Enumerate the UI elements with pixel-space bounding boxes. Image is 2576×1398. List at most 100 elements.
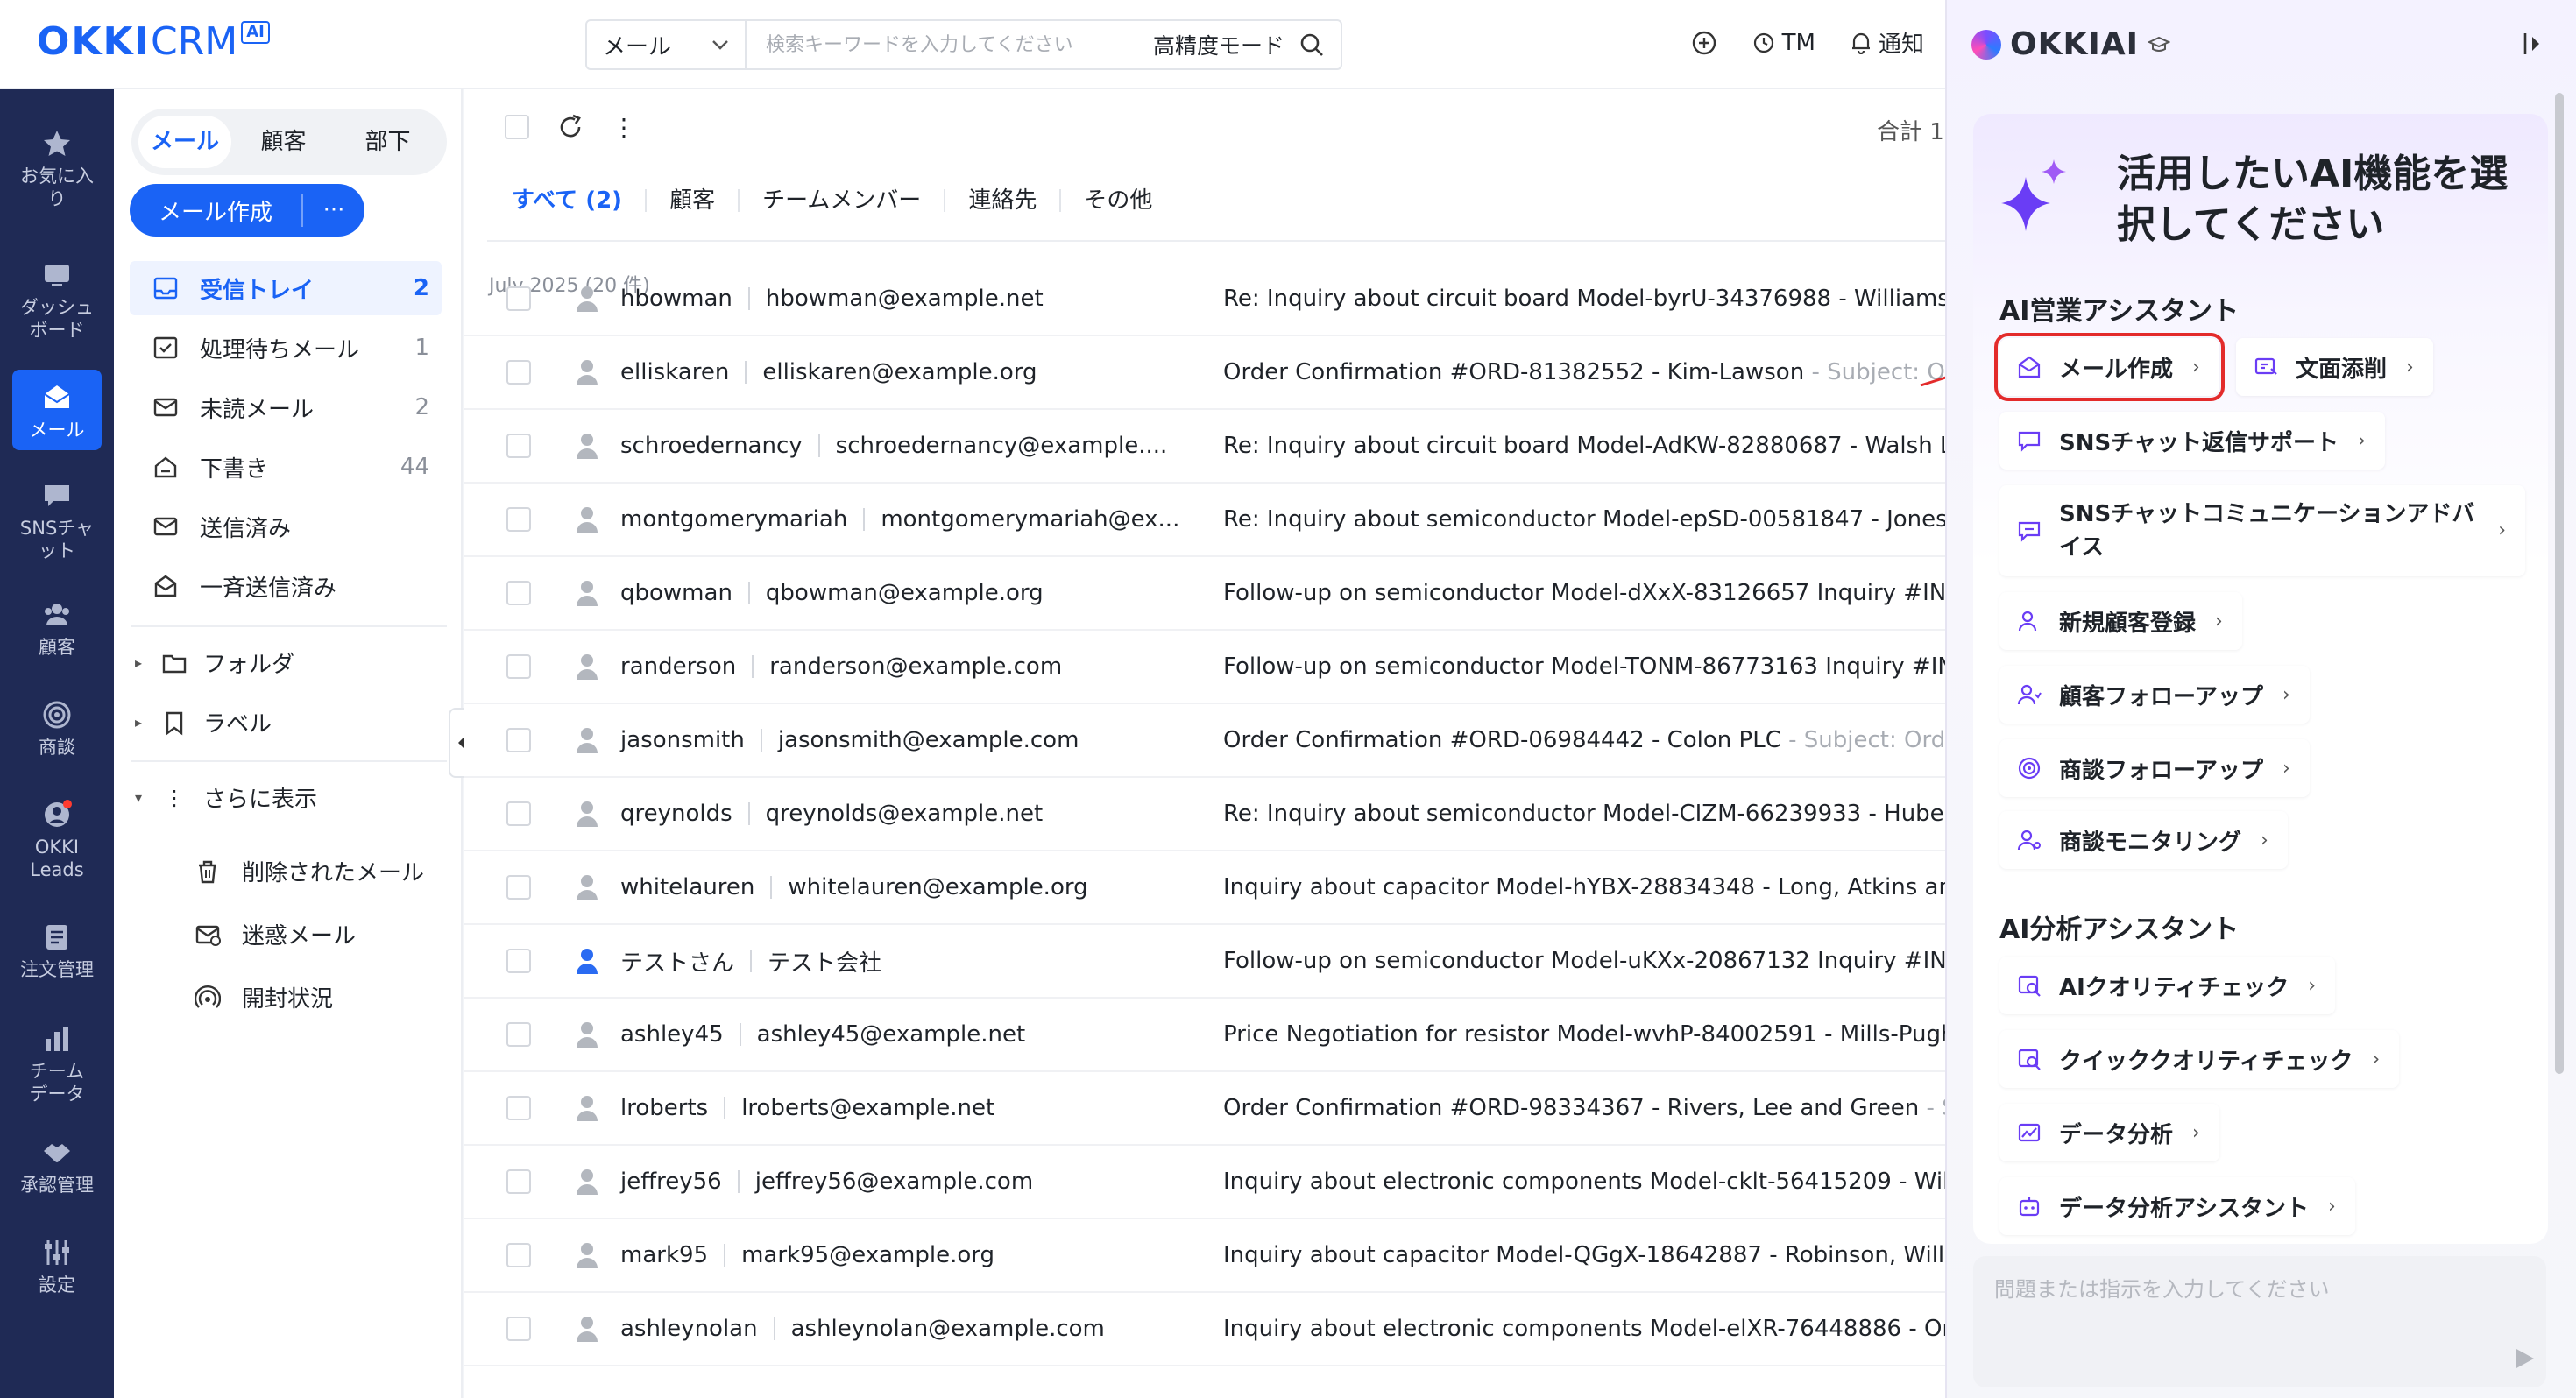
mail-row[interactable]: テストさん テスト会社 Follow-up on semiconductor Mod…	[464, 925, 1945, 999]
nav-deals[interactable]: 商談	[0, 699, 114, 759]
mail-row[interactable]: lroberts lroberts@example.net Order Confir…	[464, 1072, 1945, 1146]
row-checkbox[interactable]	[506, 1243, 531, 1267]
folder-sent[interactable]: 送信済み	[130, 499, 442, 554]
row-checkbox[interactable]	[506, 360, 531, 385]
ai-deal-monitor-button[interactable]: 商談モニタリング ›	[1999, 811, 2288, 869]
row-checkbox[interactable]	[506, 1317, 531, 1341]
chip-label: クイッククオリティチェック	[2059, 1048, 2353, 1075]
row-checkbox[interactable]	[506, 286, 531, 311]
okki-crm-logo[interactable]: OKKI CRM AI	[37, 19, 270, 64]
filter-tab-other[interactable]: その他	[1061, 189, 1175, 212]
chip-label: SNSチャットコミュニケーションアドバイス	[2059, 501, 2475, 561]
add-circle-icon[interactable]	[1691, 30, 1717, 56]
mail-row[interactable]: elliskaren elliskaren@example.org Order Co…	[464, 336, 1945, 410]
folder-open-status[interactable]: 開封状況	[195, 981, 333, 1013]
mail-row[interactable]: hbowman hbowman@example.net Re: Inquiry ab…	[464, 263, 1945, 336]
row-checkbox[interactable]	[506, 1022, 531, 1047]
filter-tab-contacts[interactable]: 連絡先	[945, 189, 1062, 212]
mail-row[interactable]: whitelauren whitelauren@example.org Inquir…	[464, 851, 1945, 925]
tab-customers[interactable]: 顧客	[231, 116, 336, 168]
ai-quick-check-button[interactable]: クイッククオリティチェック ›	[1999, 1030, 2400, 1088]
ai-sns-reply-button[interactable]: SNSチャット返信サポート ›	[1999, 412, 2385, 470]
folder-inbox[interactable]: 受信トレイ 2	[130, 261, 442, 315]
nav-sns-chat[interactable]: SNSチャット	[0, 480, 114, 562]
nav-team-data[interactable]: チームデータ	[0, 1023, 114, 1105]
mail-row[interactable]: qbowman qbowman@example.org Follow-up on s…	[464, 557, 1945, 631]
tab-mail[interactable]: メール	[138, 116, 231, 168]
row-checkbox[interactable]	[506, 581, 531, 605]
ai-data-assistant-button[interactable]: データ分析アシスタント ›	[1999, 1177, 2355, 1235]
nav-settings[interactable]: 設定	[0, 1237, 114, 1296]
search-input[interactable]	[747, 33, 1153, 56]
filter-tab-team[interactable]: チームメンバー	[740, 189, 946, 212]
tree-folders[interactable]: ▸ フォルダ	[135, 646, 294, 679]
row-checkbox[interactable]	[506, 1096, 531, 1120]
avatar-icon	[577, 581, 598, 606]
mail-row[interactable]: jeffrey56 jeffrey56@example.com Inquiry ab…	[464, 1146, 1945, 1219]
ai-deal-followup-button[interactable]: 商談フォローアップ ›	[1999, 739, 2310, 797]
compose-button[interactable]: メール作成	[130, 194, 303, 227]
ai-customer-followup-button[interactable]: 顧客フォローアップ ›	[1999, 666, 2310, 724]
folder-unread[interactable]: 未読メール 2	[130, 380, 442, 434]
row-checkbox[interactable]	[506, 654, 531, 679]
mail-row[interactable]: ashley45 ashley45@example.net Price Negoti…	[464, 999, 1945, 1072]
filter-tab-all[interactable]: すべて (2)	[512, 189, 648, 212]
folder-spam[interactable]: 迷惑メール	[195, 918, 356, 950]
ai-data-analysis-button[interactable]: データ分析 ›	[1999, 1104, 2219, 1161]
mail-row[interactable]: randerson randerson@example.com Follow-up …	[464, 631, 1945, 704]
row-checkbox[interactable]	[506, 875, 531, 900]
nav-orders[interactable]: 注文管理	[0, 921, 114, 981]
dashboard-icon	[45, 265, 69, 286]
nav-okki-leads[interactable]: OKKI Leads	[0, 799, 114, 881]
ai-quality-check-button[interactable]: AIクオリティチェック ›	[1999, 957, 2336, 1014]
folder-pending[interactable]: 処理待ちメール 1	[130, 321, 442, 375]
mail-row[interactable]: montgomerymariah montgomerymariah@ex... Re…	[464, 484, 1945, 557]
search-icon[interactable]	[1299, 32, 1325, 58]
folder-count: 2	[413, 275, 429, 301]
tree-show-more[interactable]: ▾ ⋮ さらに表示	[135, 781, 317, 814]
nav-customers[interactable]: 顧客	[0, 599, 114, 659]
more-vertical-icon[interactable]: ⋮	[612, 113, 636, 142]
select-all-checkbox[interactable]	[505, 115, 529, 139]
nav-approvals[interactable]: 承認管理	[0, 1137, 114, 1197]
nav-favorites[interactable]: お気に入り	[0, 128, 114, 210]
edit-text-icon	[2254, 357, 2277, 375]
mail-row[interactable]: jasonsmith jasonsmith@example.com Order Co…	[464, 704, 1945, 778]
search-type-select[interactable]: メール	[587, 21, 747, 68]
nav-dashboard[interactable]: ダッシュボード	[0, 259, 114, 342]
precision-mode-toggle[interactable]: 高精度モード	[1153, 29, 1284, 60]
row-checkbox[interactable]	[506, 434, 531, 458]
row-checkbox[interactable]	[506, 507, 531, 532]
row-checkbox[interactable]	[506, 728, 531, 752]
tree-folders-label: フォルダ	[203, 652, 295, 678]
ai-panel-scrollbar[interactable]	[2555, 93, 2564, 1074]
tab-subordinates[interactable]: 部下	[336, 116, 440, 168]
nav-mail[interactable]: メール	[12, 370, 102, 450]
logo-crm: CRM	[150, 19, 238, 64]
mail-row[interactable]: ashleynolan ashleynolan@example.com Inquir…	[464, 1293, 1945, 1366]
folder-deleted[interactable]: 削除されたメール	[195, 855, 424, 887]
ai-feature-card: 活用したいAI機能を選択してください AI営業アシスタント メール作成 › 文面…	[1973, 114, 2548, 1244]
send-icon[interactable]	[2511, 1345, 2537, 1372]
mail-row[interactable]: mark95 mark95@example.org Inquiry about ca…	[464, 1219, 1945, 1293]
row-checkbox[interactable]	[506, 801, 531, 826]
compose-more-button[interactable]: ···	[303, 197, 364, 223]
tm-button[interactable]: TM	[1752, 30, 1815, 56]
ai-sns-advice-button[interactable]: SNSチャットコミュニケーションアドバイス ›	[1999, 485, 2525, 576]
mail-row[interactable]: schroedernancy schroedernancy@example....…	[464, 410, 1945, 484]
collapse-panel-icon[interactable]	[2518, 28, 2550, 60]
filter-tab-customers[interactable]: 顧客	[647, 189, 740, 212]
graduation-cap-icon[interactable]	[2148, 35, 2171, 54]
folder-bulk-sent[interactable]: 一斉送信済み	[130, 559, 442, 613]
folder-drafts[interactable]: 下書き 44	[130, 440, 442, 494]
refresh-icon[interactable]	[556, 112, 585, 142]
row-checkbox[interactable]	[506, 1169, 531, 1194]
tree-labels[interactable]: ▸ ラベル	[135, 706, 272, 738]
ai-proofread-button[interactable]: 文面添削 ›	[2236, 338, 2433, 396]
ai-new-customer-button[interactable]: 新規顧客登録 ›	[1999, 592, 2242, 650]
ai-prompt-input[interactable]	[1973, 1256, 2546, 1387]
notification-button[interactable]: 通知	[1851, 26, 1924, 59]
mail-row[interactable]: qreynolds qreynolds@example.net Re: Inquir…	[464, 778, 1945, 851]
row-checkbox[interactable]	[506, 949, 531, 973]
ai-compose-mail-button[interactable]: メール作成 ›	[1994, 333, 2225, 401]
